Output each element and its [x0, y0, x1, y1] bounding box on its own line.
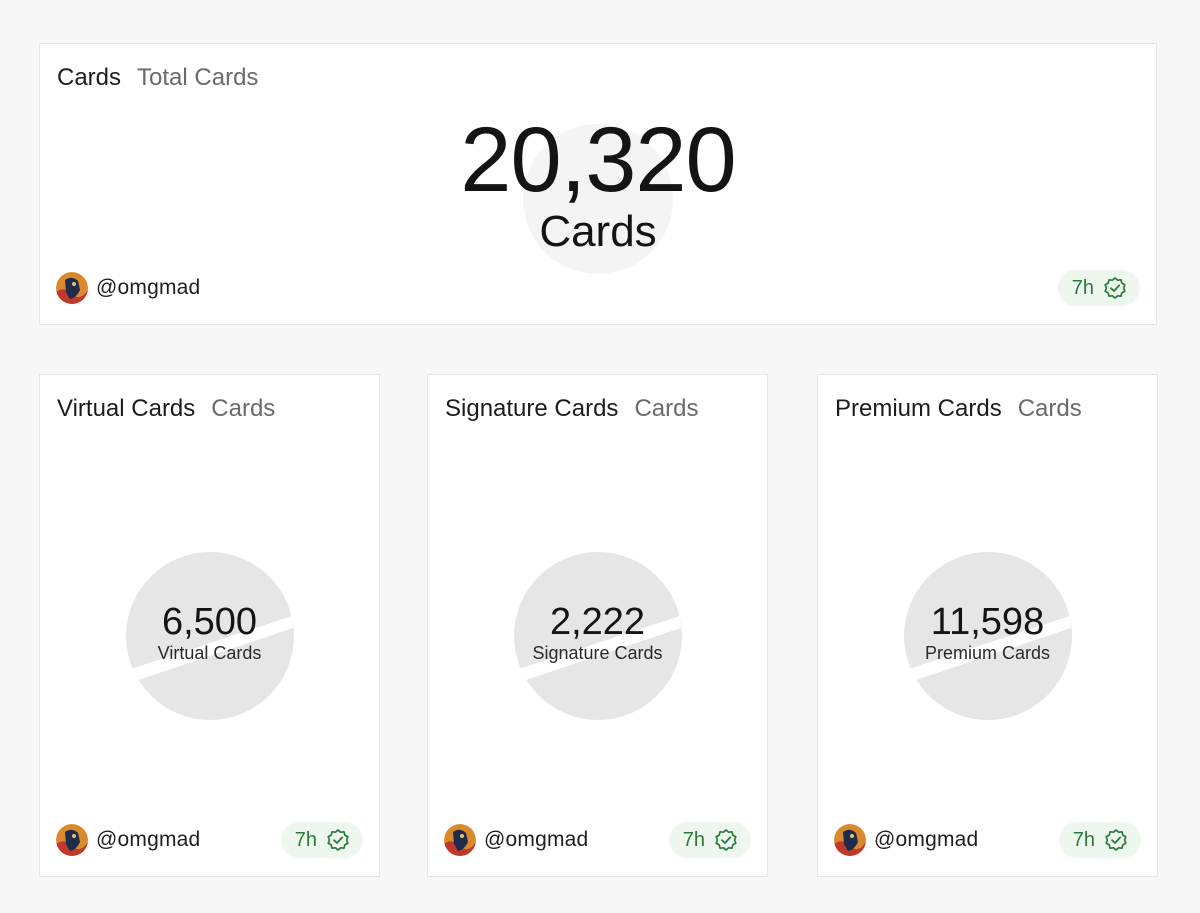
metric-value: 6,500 [161, 601, 258, 643]
card-footer: @omgmad 7h [834, 822, 1141, 858]
avatar-icon [444, 824, 476, 856]
status-badge: 7h [668, 822, 751, 858]
verified-check-icon [1102, 275, 1128, 301]
timestamp: 7h [682, 828, 705, 851]
metric-circle: 2,222 Signature Cards [513, 552, 682, 720]
card-subtitle: Cards [211, 395, 276, 422]
timestamp: 7h [1071, 276, 1094, 299]
status-badge: 7h [280, 822, 363, 858]
premium-cards-card[interactable]: Premium Cards Cards 11,598 Premium Cards [817, 374, 1158, 877]
metric-value: 11,598 [930, 601, 1045, 643]
metric-label: Premium Cards [924, 643, 1051, 663]
card-header: Signature Cards Cards [445, 395, 698, 423]
timestamp: 7h [1072, 828, 1095, 851]
card-footer: @omgmad 7h [56, 270, 1140, 306]
card-header: Cards Total Cards [57, 64, 258, 92]
card-footer: @omgmad 7h [444, 822, 751, 858]
author[interactable]: @omgmad [444, 824, 588, 856]
card-title: Cards [57, 64, 122, 91]
status-badge: 7h [1057, 270, 1140, 306]
author[interactable]: @omgmad [56, 272, 200, 304]
metric-circle: 6,500 Virtual Cards [125, 552, 294, 720]
card-title: Signature Cards [445, 395, 619, 422]
username: @omgmad [874, 828, 979, 851]
card-header: Virtual Cards Cards [57, 395, 275, 423]
total-unit: Cards [539, 207, 657, 256]
verified-check-icon [713, 827, 739, 853]
total-cards-card[interactable]: Cards Total Cards 20,320 Cards @omgmad 7… [39, 43, 1157, 325]
metric-value: 2,222 [549, 601, 646, 643]
metric-text: 6,500 Virtual Cards [126, 602, 294, 663]
card-subtitle: Cards [1017, 395, 1082, 422]
metric-circle: 11,598 Premium Cards [903, 552, 1072, 720]
card-footer: @omgmad 7h [56, 822, 363, 858]
author[interactable]: @omgmad [56, 824, 200, 856]
metric-text: 11,598 Premium Cards [904, 602, 1072, 663]
author[interactable]: @omgmad [834, 824, 978, 856]
status-badge: 7h [1058, 822, 1141, 858]
total-metric: 20,320 Cards [40, 114, 1156, 254]
verified-check-icon [1103, 827, 1129, 853]
username: @omgmad [96, 828, 201, 851]
total-value: 20,320 [460, 109, 736, 211]
username: @omgmad [484, 828, 589, 851]
avatar-icon [834, 824, 866, 856]
timestamp: 7h [294, 828, 317, 851]
metric-label: Signature Cards [532, 643, 663, 663]
metric-text: 2,222 Signature Cards [514, 602, 682, 663]
signature-cards-card[interactable]: Signature Cards Cards 2,222 Signature Ca… [427, 374, 768, 877]
card-title: Virtual Cards [57, 395, 196, 422]
metric-label: Virtual Cards [157, 643, 262, 663]
avatar-icon [56, 272, 88, 304]
dashboard: Cards Total Cards 20,320 Cards @omgmad 7… [0, 0, 1200, 913]
card-title: Premium Cards [835, 395, 1002, 422]
card-subtitle: Total Cards [137, 64, 259, 91]
card-header: Premium Cards Cards [835, 395, 1082, 423]
verified-check-icon [325, 827, 351, 853]
username: @omgmad [96, 276, 201, 299]
virtual-cards-card[interactable]: Virtual Cards Cards 6,500 Virtual Cards [39, 374, 380, 877]
card-subtitle: Cards [634, 395, 699, 422]
avatar-icon [56, 824, 88, 856]
